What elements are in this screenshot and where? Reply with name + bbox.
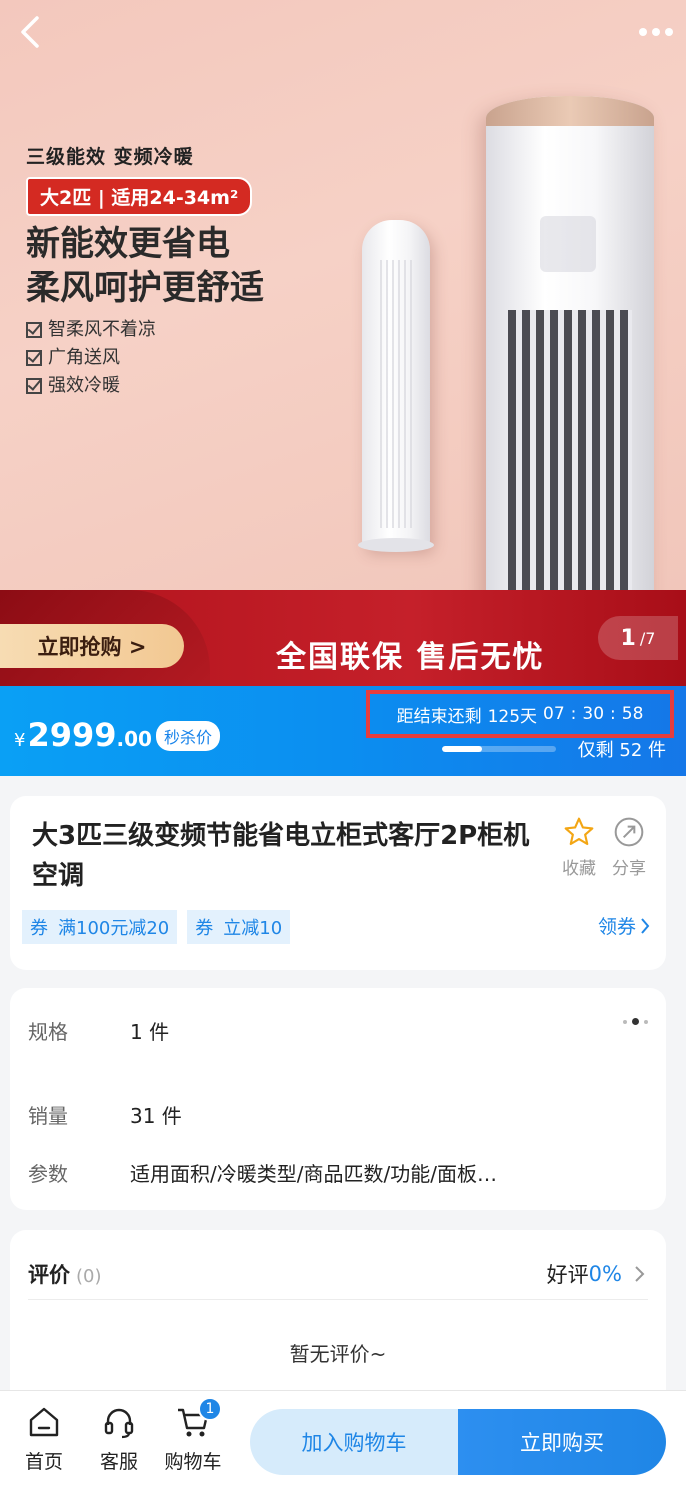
hero-features: 智柔风不着凉 广角送风 强效冷暖	[26, 316, 264, 400]
product-title: 大3匹三级变频节能省电立柜式客厅2P柜机空调	[32, 821, 530, 891]
spec-label: 参数	[28, 1162, 68, 1186]
grab-now-button[interactable]: 立即抢购 >	[0, 624, 184, 668]
spec-value: 适用面积/冷暖类型/商品匹数/功能/面板…	[130, 1162, 497, 1186]
hero-tag: 大2匹 | 适用24-34m²	[26, 177, 253, 216]
flash-sale-badge: 秒杀价	[156, 721, 221, 751]
cart-count-badge: 1	[198, 1397, 222, 1421]
spec-card: 规格 1 件 销量 31 件 参数 适用面积/冷暖类型/商品匹数/功能/面板…	[10, 988, 666, 1210]
product-image-carousel[interactable]: 三级能效 变频冷暖 大2匹 | 适用24-34m² 新能效更省电 柔风呵护更舒适…	[0, 0, 686, 686]
home-icon	[29, 1407, 59, 1437]
chevron-right-icon	[635, 1265, 645, 1282]
more-options-icon[interactable]	[623, 1018, 648, 1025]
air-conditioner-large-image	[486, 96, 654, 626]
stock-progress-fill	[442, 746, 482, 752]
review-count: (0)	[76, 1265, 102, 1287]
hero-feature: 智柔风不着凉	[26, 316, 264, 344]
stock-progress-bar	[442, 746, 556, 752]
get-coupon-link[interactable]: 领券	[598, 912, 650, 939]
hero-feature-text: 广角送风	[48, 347, 120, 368]
positive-rate-link[interactable]: 好评 0%	[547, 1259, 648, 1289]
spec-row-spec[interactable]: 规格 1 件	[28, 1016, 169, 1045]
checkbox-icon	[26, 378, 42, 394]
countdown-days: 125天	[487, 706, 538, 727]
spec-row-sales: 销量 31 件	[28, 1100, 182, 1129]
page-current: 1	[620, 625, 636, 651]
tab-customer-service[interactable]: 客服	[84, 1405, 154, 1474]
hero-promo-text: 三级能效 变频冷暖 大2匹 | 适用24-34m² 新能效更省电 柔风呵护更舒适…	[26, 142, 264, 400]
countdown-separator: :	[610, 704, 616, 724]
positive-rate-value: 0%	[588, 1261, 622, 1286]
share-icon	[614, 817, 644, 847]
more-button[interactable]	[634, 10, 678, 54]
review-title-text: 评价	[28, 1262, 70, 1287]
chevron-right-icon	[641, 917, 650, 934]
countdown-label: 距结束还剩	[396, 706, 482, 727]
spec-value: 1 件	[130, 1020, 170, 1044]
favorite-label: 收藏	[562, 859, 596, 879]
flash-sale-price-bar: ¥ 2999 .00 秒杀价 距结束还剩 125天 07 : 30 : 58 仅…	[0, 686, 686, 776]
tab-cart[interactable]: 1 购物车	[158, 1397, 228, 1474]
coupon-tag[interactable]: 券 满100元减20	[22, 910, 178, 944]
tab-cart-label: 购物车	[164, 1451, 222, 1473]
coupon-list: 券 满100元减20 券 立减10	[22, 910, 291, 944]
price-integer: 2999	[27, 716, 117, 754]
checkbox-icon	[26, 322, 42, 338]
product-info-card: 大3匹三级变频节能省电立柜式客厅2P柜机空调 收藏 分享 券 满100元减20 …	[10, 796, 666, 970]
positive-rate-label: 好评	[546, 1262, 589, 1287]
page-total: /7	[639, 628, 656, 648]
favorite-button[interactable]: 收藏	[554, 816, 604, 879]
get-coupon-label: 领券	[597, 916, 636, 938]
hero-feature: 广角送风	[26, 344, 264, 372]
coupon-tag[interactable]: 券 立减10	[187, 910, 291, 944]
countdown-minutes: 30	[582, 704, 605, 724]
warranty-slogan: 全国联保 售后无忧	[276, 640, 545, 675]
hero-feature-text: 强效冷暖	[48, 375, 120, 396]
add-to-cart-button[interactable]: 加入购物车	[250, 1409, 458, 1475]
bottom-action-bar: 首页 客服 1 购物车 加入购物车 立即购买	[0, 1390, 686, 1492]
spec-label: 销量	[28, 1104, 68, 1128]
headset-icon	[104, 1408, 134, 1439]
tab-home[interactable]: 首页	[9, 1405, 79, 1474]
price-decimal: .00	[116, 727, 152, 751]
countdown-timer: 距结束还剩 125天 07 : 30 : 58	[366, 690, 674, 738]
coupon-text: 满100元减20	[58, 918, 170, 939]
air-conditioner-base	[358, 538, 434, 552]
hero-headline: 新能效更省电 柔风呵护更舒适	[26, 222, 264, 310]
checkbox-icon	[26, 350, 42, 366]
price: ¥ 2999 .00	[14, 716, 152, 754]
hero-feature: 强效冷暖	[26, 372, 264, 400]
hero-feature-text: 智柔风不着凉	[48, 319, 156, 340]
review-title: 评价 (0)	[28, 1259, 102, 1289]
countdown-hours: 07	[543, 704, 565, 724]
share-label: 分享	[612, 859, 646, 879]
buy-now-button[interactable]: 立即购买	[458, 1409, 666, 1475]
coupon-type: 券	[30, 918, 48, 939]
back-button[interactable]	[8, 10, 52, 54]
price-currency: ¥	[14, 730, 26, 751]
hero-headline-line-2: 柔风呵护更舒适	[26, 268, 264, 308]
spec-label: 规格	[28, 1020, 68, 1044]
countdown-separator: :	[570, 704, 577, 724]
spec-value: 31 件	[130, 1104, 182, 1128]
star-icon	[564, 817, 594, 846]
coupon-text: 立减10	[223, 918, 283, 939]
chevron-left-icon	[21, 16, 39, 48]
share-button[interactable]: 分享	[604, 816, 654, 879]
spec-row-params[interactable]: 参数 适用面积/冷暖类型/商品匹数/功能/面板…	[28, 1158, 497, 1187]
tab-home-label: 首页	[24, 1451, 63, 1473]
air-conditioner-small-image	[362, 220, 430, 548]
more-dots-icon	[639, 28, 673, 36]
tab-customer-service-label: 客服	[99, 1451, 138, 1473]
countdown-seconds: 58	[621, 704, 644, 724]
hero-headline-line-1: 新能效更省电	[26, 224, 230, 264]
stock-remaining: 仅剩 52 件	[577, 740, 666, 761]
hero-subtitle: 三级能效 变频冷暖	[26, 146, 194, 168]
carousel-page-indicator: 1 /7	[598, 616, 678, 660]
no-reviews-text: 暂无评价~	[289, 1342, 387, 1366]
coupon-type: 券	[195, 918, 214, 939]
review-header: 评价 (0) 好评 0%	[28, 1248, 648, 1300]
